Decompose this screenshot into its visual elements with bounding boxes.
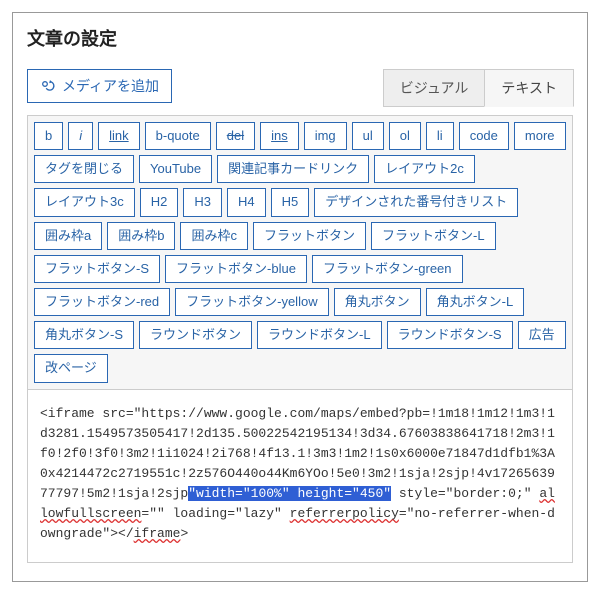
toolbar-top: メディアを追加 ビジュアル テキスト [27, 69, 573, 107]
editor-spell-iframe: iframe [134, 526, 181, 541]
qt-link[interactable]: link [98, 122, 140, 150]
qt-flat-btn[interactable]: フラットボタン [253, 222, 366, 250]
qt-rbtn-s[interactable]: ラウンドボタン-S [387, 321, 513, 349]
qt-flat-btn-blue[interactable]: フラットボタン-blue [165, 255, 307, 283]
qt-h5[interactable]: H5 [271, 188, 310, 216]
qt-layout-3c[interactable]: レイアウト3c [34, 188, 135, 216]
qt-ol[interactable]: ol [389, 122, 421, 150]
qt-layout-2c[interactable]: レイアウト2c [374, 155, 475, 183]
qt-b[interactable]: b [34, 122, 63, 150]
editor-panel: 文章の設定 メディアを追加 ビジュアル テキスト b i link b-quot… [12, 12, 588, 582]
editor-text-selection: "width="100%" height="450" [188, 486, 391, 501]
qt-pagebreak[interactable]: 改ページ [34, 354, 108, 382]
qt-li[interactable]: li [426, 122, 454, 150]
tab-text[interactable]: テキスト [484, 69, 574, 107]
qt-close-tags[interactable]: タグを閉じる [34, 155, 134, 183]
qt-ul[interactable]: ul [352, 122, 384, 150]
qt-round-btn[interactable]: 角丸ボタン [334, 288, 421, 316]
editor-text-mid2: ="" loading="lazy" [141, 506, 289, 521]
qt-flat-btn-yellow[interactable]: フラットボタン-yellow [175, 288, 328, 316]
qt-bquote[interactable]: b-quote [145, 122, 211, 150]
editor-spell-referrerpolicy: referrerpolicy [290, 506, 399, 521]
qt-h4[interactable]: H4 [227, 188, 266, 216]
qt-h2[interactable]: H2 [140, 188, 179, 216]
qt-design-list[interactable]: デザインされた番号付きリスト [314, 188, 518, 216]
qt-flat-btn-l[interactable]: フラットボタン-L [371, 222, 496, 250]
qt-rbtn-l[interactable]: ラウンドボタン-L [257, 321, 382, 349]
media-icon [40, 78, 56, 94]
qt-i[interactable]: i [68, 122, 93, 150]
tab-visual[interactable]: ビジュアル [383, 69, 486, 107]
qt-more[interactable]: more [514, 122, 566, 150]
qt-h3[interactable]: H3 [183, 188, 222, 216]
qt-box-a[interactable]: 囲み枠a [34, 222, 102, 250]
qt-rbtn[interactable]: ラウンドボタン [139, 321, 252, 349]
editor-text-mid1: style="border:0;" [391, 486, 539, 501]
editor-tabs: ビジュアル テキスト [383, 69, 574, 107]
qt-flat-btn-s[interactable]: フラットボタン-S [34, 255, 160, 283]
qt-flat-btn-red[interactable]: フラットボタン-red [34, 288, 170, 316]
qt-code[interactable]: code [459, 122, 509, 150]
qt-related-card[interactable]: 関連記事カードリンク [217, 155, 369, 183]
qt-round-btn-s[interactable]: 角丸ボタン-S [34, 321, 134, 349]
qt-del[interactable]: del [216, 122, 255, 150]
qt-youtube[interactable]: YouTube [139, 155, 212, 183]
add-media-button[interactable]: メディアを追加 [27, 69, 172, 103]
qt-round-btn-l[interactable]: 角丸ボタン-L [426, 288, 525, 316]
add-media-label: メディアを追加 [62, 76, 159, 96]
editor-text-post: > [180, 526, 188, 541]
qt-img[interactable]: img [304, 122, 347, 150]
qt-ins[interactable]: ins [260, 122, 299, 150]
qt-box-b[interactable]: 囲み枠b [107, 222, 175, 250]
qt-flat-btn-green[interactable]: フラットボタン-green [312, 255, 463, 283]
qt-ad[interactable]: 広告 [518, 321, 566, 349]
text-editor-area[interactable]: <iframe src="https://www.google.com/maps… [27, 390, 573, 564]
quicktag-toolbar: b i link b-quote del ins img ul ol li co… [27, 115, 573, 390]
panel-title: 文章の設定 [27, 25, 573, 51]
qt-box-c[interactable]: 囲み枠c [180, 222, 248, 250]
